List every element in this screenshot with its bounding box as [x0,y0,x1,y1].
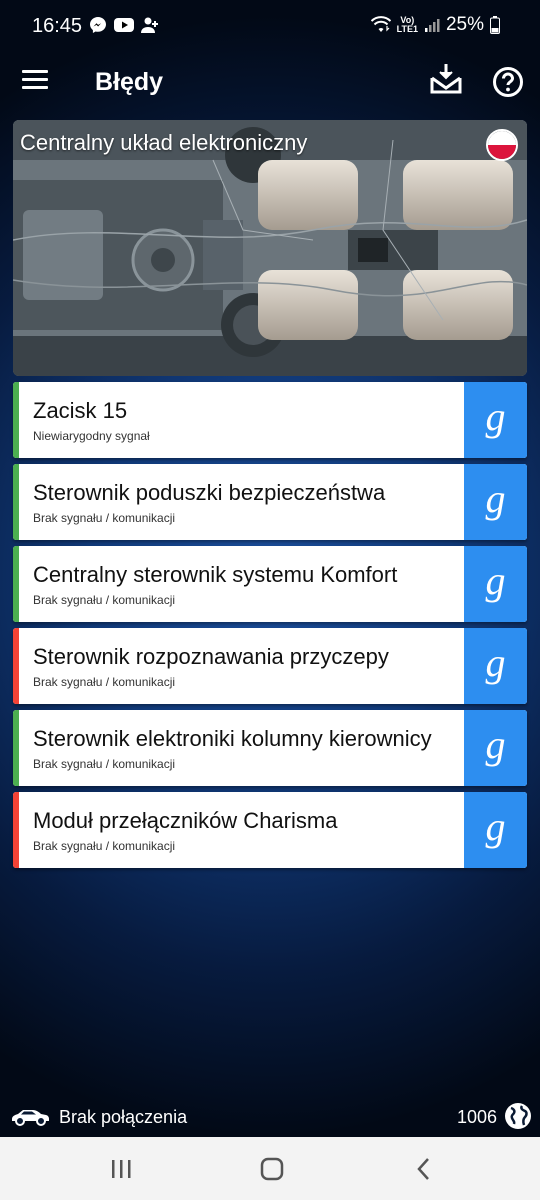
google-search-button[interactable]: g [464,792,527,868]
fault-name: Zacisk 15 [33,398,128,423]
car-icon [12,1110,49,1126]
system-icons: Vo) LTE1 25% [370,14,500,36]
fault-name: Sterownik rozpoznawania przyczepy [33,644,389,669]
google-search-button[interactable]: g [464,710,527,786]
status-stripe [13,382,19,458]
fault-name: Moduł przełączników Charisma [33,808,338,833]
add-person-icon [140,15,160,35]
fault-row[interactable]: Sterownik elektroniki kolumny kierownicy… [13,710,527,786]
system-nav-bar [0,1137,540,1200]
module-banner: Centralny układ elektroniczny [13,120,527,376]
status-bar: 16:45 Vo) LTE1 25% [0,0,540,52]
recents-icon [112,1160,131,1178]
back-icon [417,1158,429,1180]
fault-row[interactable]: Centralny sterownik systemu Komfort Brak… [13,546,527,622]
volte-label-bottom: LTE1 [396,24,418,34]
back-button[interactable] [404,1155,444,1183]
page-title: Błędy [95,68,164,96]
youtube-icon [114,15,134,35]
car-interior-image [13,120,527,376]
messenger-icon [88,15,108,35]
signal-icon [424,19,440,32]
fault-description: Brak sygnału / komunikacji [33,757,176,771]
connection-status-bar: Brak połączenia 1006 [0,1096,540,1136]
google-icon: g [485,558,506,603]
status-time: 16:45 [32,15,83,37]
fault-name: Sterownik poduszki bezpieczeństwa [33,480,386,505]
google-icon: g [485,394,506,439]
fault-row[interactable]: Sterownik rozpoznawania przyczepy Brak s… [13,628,527,704]
fault-row[interactable]: Sterownik poduszki bezpieczeństwa Brak s… [13,464,527,540]
fault-description: Brak sygnału / komunikacji [33,839,176,853]
download-button[interactable] [428,62,464,98]
home-button[interactable] [252,1155,292,1183]
poland-flag-icon[interactable] [486,129,518,161]
counter-value: 1006 [456,1107,497,1127]
help-button[interactable] [492,66,524,98]
battery-percent: 25% [445,14,484,35]
fault-row[interactable]: Zacisk 15 Niewiarygodny sygnał g [13,382,527,458]
google-search-button[interactable]: g [464,628,527,704]
status-stripe [13,464,19,540]
wifi-icon [370,16,391,32]
help-icon [493,67,523,97]
connection-status-text: Brak połączenia [59,1107,188,1127]
download-tray-icon [430,64,462,94]
google-search-button[interactable]: g [464,382,527,458]
fault-row[interactable]: Moduł przełączników Charisma Brak sygnał… [13,792,527,868]
fault-description: Niewiarygodny sygnał [33,429,150,443]
volte-icon: Vo) LTE1 [397,16,418,34]
notification-icons [88,15,160,35]
google-icon: g [485,804,506,849]
google-icon: g [485,640,506,685]
google-icon: g [485,476,506,521]
module-title: Centralny układ elektroniczny [20,130,308,155]
fault-description: Brak sygnału / komunikacji [33,593,176,607]
google-search-button[interactable]: g [464,464,527,540]
fault-name: Sterownik elektroniki kolumny kierownicy [33,726,432,751]
fault-name: Centralny sterownik systemu Komfort [33,562,398,587]
status-stripe [13,792,19,868]
app-bar: Błędy [0,52,540,112]
menu-button[interactable] [22,68,50,92]
globe-icon[interactable] [504,1102,532,1130]
fault-list: Zacisk 15 Niewiarygodny sygnał g Sterown… [13,382,527,874]
google-icon: g [485,722,506,767]
battery-icon [490,16,500,34]
fault-description: Brak sygnału / komunikacji [33,511,176,525]
google-search-button[interactable]: g [464,546,527,622]
recents-button[interactable] [101,1155,141,1183]
home-icon [260,1157,284,1181]
status-stripe [13,546,19,622]
fault-description: Brak sygnału / komunikacji [33,675,176,689]
status-stripe [13,628,19,704]
status-stripe [13,710,19,786]
